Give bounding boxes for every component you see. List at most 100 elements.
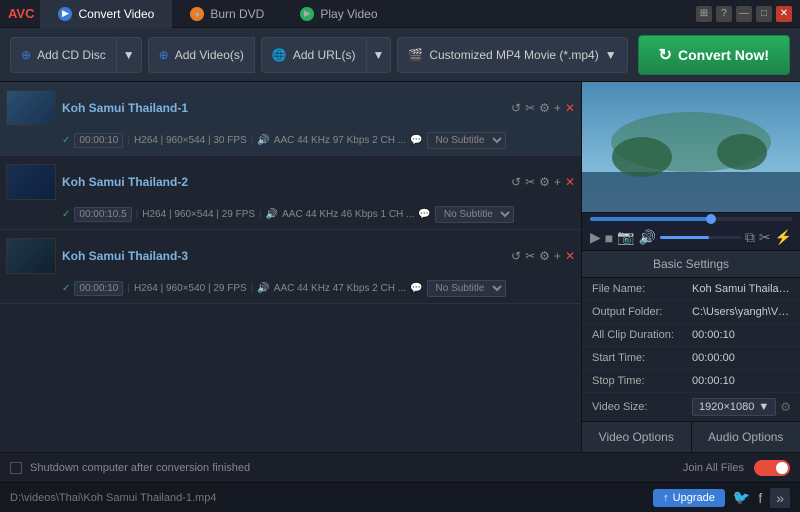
sync-icon[interactable]: ↺ xyxy=(511,175,521,189)
upgrade-icon: ↑ xyxy=(663,492,669,504)
file-meta: ✓ 00:00:10 | H264 | 960×544 | 30 FPS | 🔊… xyxy=(6,130,575,151)
cut-icon[interactable]: ✂ xyxy=(525,101,535,115)
video-options-button[interactable]: Video Options xyxy=(582,422,692,452)
audio-info: AAC 44 KHz 97 Kbps 2 CH ... xyxy=(274,135,406,146)
twitter-button[interactable]: 🐦 xyxy=(733,489,750,506)
subtitle-select[interactable]: No Subtitle xyxy=(427,132,506,149)
add-url-dropdown-arrow[interactable]: ▼ xyxy=(367,37,392,73)
start-time-value: 00:00:00 xyxy=(692,352,790,364)
cd-icon: ⊕ xyxy=(21,48,31,62)
stop-time-label: Stop Time: xyxy=(592,375,692,387)
subtitle-icon: 💬 xyxy=(418,209,430,220)
remove-icon[interactable]: ✕ xyxy=(565,249,575,263)
film-icon: 🎬 xyxy=(408,48,423,62)
add-cd-dropdown-arrow[interactable]: ▼ xyxy=(117,37,142,73)
progress-thumb xyxy=(706,214,716,224)
setting-video-size: Video Size: 1920×1080 ▼ ⚙ xyxy=(582,393,800,421)
setting-output-folder: Output Folder: C:\Users\yangh\Videos... xyxy=(582,301,800,324)
minimize-button[interactable]: — xyxy=(736,6,752,22)
progress-bar-area[interactable] xyxy=(582,212,800,225)
check-icon: ✓ xyxy=(62,135,70,146)
add-icon[interactable]: + xyxy=(554,249,561,263)
add-cd-group: ⊕ Add CD Disc ▼ xyxy=(10,37,142,73)
audio-info: AAC 44 KHz 47 Kbps 2 CH ... xyxy=(274,283,406,294)
options-buttons: Video Options Audio Options xyxy=(582,421,800,452)
audio-icon: 🔊 xyxy=(257,135,269,146)
tab-play-video[interactable]: ▶ Play Video xyxy=(282,0,395,28)
sync-icon[interactable]: ↺ xyxy=(511,101,521,115)
video-size-value: 1920×1080 xyxy=(699,401,754,413)
add-url-button[interactable]: 🌐 Add URL(s) xyxy=(261,37,367,73)
audio-options-button[interactable]: Audio Options xyxy=(692,422,800,452)
format-selector[interactable]: 🎬 Customized MP4 Movie (*.mp4) ▼ xyxy=(397,37,627,73)
play-button[interactable]: ▶ xyxy=(590,229,601,246)
tab-convert-video[interactable]: ▶ Convert Video xyxy=(40,0,172,28)
settings-title: Basic Settings xyxy=(582,251,800,278)
stop-time-value: 00:00:10 xyxy=(692,375,790,387)
question-icon[interactable]: ? xyxy=(716,6,732,22)
window-controls: ⊞ ? — □ ✕ xyxy=(696,6,792,22)
close-button[interactable]: ✕ xyxy=(776,6,792,22)
convert-refresh-icon: ↻ xyxy=(659,45,672,65)
volume-slider[interactable] xyxy=(660,236,741,239)
setting-stop-time: Stop Time: 00:00:10 xyxy=(582,370,800,393)
maximize-button[interactable]: □ xyxy=(756,6,772,22)
video-size-gear[interactable]: ⚙ xyxy=(780,400,791,414)
right-panel: ▶ ■ 📷 🔊 ⧉ ✂ ⚡ Basic Settings File Name: … xyxy=(582,82,800,452)
effects-button[interactable]: ⚡ xyxy=(775,229,792,246)
volume-icon: 🔊 xyxy=(639,229,656,246)
convert-now-button[interactable]: ↻ Convert Now! xyxy=(638,35,790,75)
cut-icon[interactable]: ✂ xyxy=(525,249,535,263)
list-item: Koh Samui Thailand-2 ↺ ✂ ⚙ + ✕ ✓ 00:00:1… xyxy=(0,156,581,230)
file-name[interactable]: Koh Samui Thailand-1 xyxy=(62,101,505,115)
next-button[interactable]: » xyxy=(770,488,790,508)
cut-icon[interactable]: ✂ xyxy=(525,175,535,189)
duration-tag: 00:00:10 xyxy=(74,133,123,148)
file-name[interactable]: Koh Samui Thailand-3 xyxy=(62,249,505,263)
remove-icon[interactable]: ✕ xyxy=(565,175,575,189)
file-name[interactable]: Koh Samui Thailand-2 xyxy=(62,175,505,189)
add-cd-button[interactable]: ⊕ Add CD Disc xyxy=(10,37,117,73)
list-item: Koh Samui Thailand-1 ↺ ✂ ⚙ + ✕ ✓ 00:00:1… xyxy=(0,82,581,156)
trim-button[interactable]: ✂ xyxy=(759,229,771,246)
file-item-header: Koh Samui Thailand-1 ↺ ✂ ⚙ + ✕ xyxy=(6,86,575,130)
add-icon[interactable]: + xyxy=(554,101,561,115)
add-video-button[interactable]: ⊕ Add Video(s) xyxy=(148,37,255,73)
duration-tag: 00:00:10 xyxy=(74,281,123,296)
burn-dvd-icon: ● xyxy=(190,7,204,21)
add-icon[interactable]: + xyxy=(554,175,561,189)
clip-duration-value: 00:00:10 xyxy=(692,329,790,341)
upgrade-button[interactable]: ↑ Upgrade xyxy=(653,489,725,507)
setting-clip-duration: All Clip Duration: 00:00:10 xyxy=(582,324,800,347)
shutdown-checkbox[interactable] xyxy=(10,462,22,474)
join-toggle[interactable] xyxy=(754,460,790,476)
check-icon: ✓ xyxy=(62,283,70,294)
sync-icon[interactable]: ↺ xyxy=(511,249,521,263)
audio-icon: 🔊 xyxy=(257,283,269,294)
format-group: 🎬 Customized MP4 Movie (*.mp4) ▼ xyxy=(397,37,627,73)
grid-icon[interactable]: ⊞ xyxy=(696,6,712,22)
progress-track[interactable] xyxy=(590,217,792,221)
video-size-dropdown[interactable]: 1920×1080 ▼ xyxy=(692,398,776,416)
toggle-knob xyxy=(776,462,788,474)
stop-button[interactable]: ■ xyxy=(605,230,613,246)
list-item: Koh Samui Thailand-3 ↺ ✂ ⚙ + ✕ ✓ 00:00:1… xyxy=(0,230,581,304)
subtitle-select[interactable]: No Subtitle xyxy=(427,280,506,297)
codec-info: H264 | 960×540 | 29 FPS xyxy=(134,283,247,294)
facebook-button[interactable]: f xyxy=(758,490,762,506)
tab-burn-dvd[interactable]: ● Burn DVD xyxy=(172,0,282,28)
titlebar-tabs: ▶ Convert Video ● Burn DVD ▶ Play Video xyxy=(40,0,696,28)
app-logo: AVC xyxy=(8,6,34,21)
subtitle-select[interactable]: No Subtitle xyxy=(435,206,514,223)
file-actions: ↺ ✂ ⚙ + ✕ xyxy=(511,101,575,115)
screenshot-button[interactable]: 📷 xyxy=(617,229,634,246)
settings-icon[interactable]: ⚙ xyxy=(539,249,550,263)
file-meta: ✓ 00:00:10.5 | H264 | 960×544 | 29 FPS |… xyxy=(6,204,575,225)
output-folder-value: C:\Users\yangh\Videos... xyxy=(692,306,790,318)
join-all-files-button[interactable]: Join All Files xyxy=(683,462,744,474)
remove-icon[interactable]: ✕ xyxy=(565,101,575,115)
copy-button[interactable]: ⧉ xyxy=(745,229,755,246)
settings-icon[interactable]: ⚙ xyxy=(539,175,550,189)
codec-info: H264 | 960×544 | 30 FPS xyxy=(134,135,247,146)
settings-icon[interactable]: ⚙ xyxy=(539,101,550,115)
